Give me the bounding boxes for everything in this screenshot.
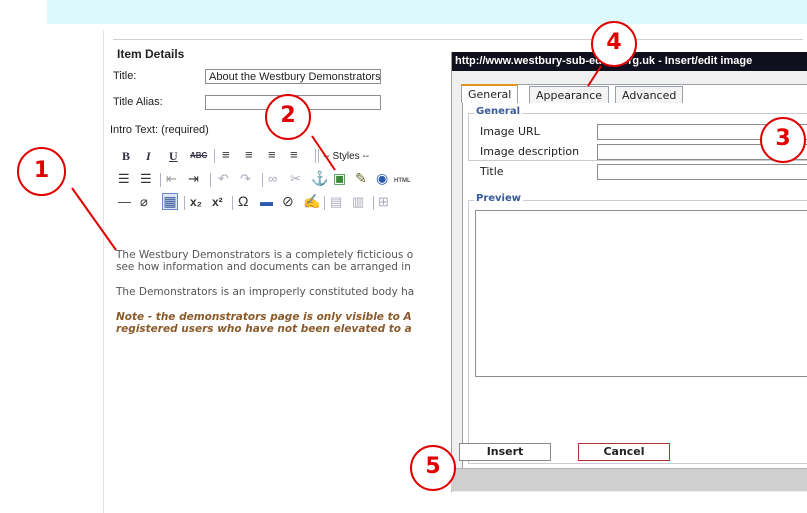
- callout-2-pointer: [311, 135, 336, 171]
- callout-pointers: [71, 65, 602, 251]
- callout-4-pointer: [587, 65, 602, 87]
- callout-2: 2: [265, 94, 311, 140]
- callout-5: 5: [410, 445, 456, 491]
- callout-4: 4: [591, 21, 637, 67]
- callout-1: 1: [17, 147, 66, 196]
- callout-3: 3: [760, 117, 806, 163]
- callout-1-pointer: [71, 187, 117, 251]
